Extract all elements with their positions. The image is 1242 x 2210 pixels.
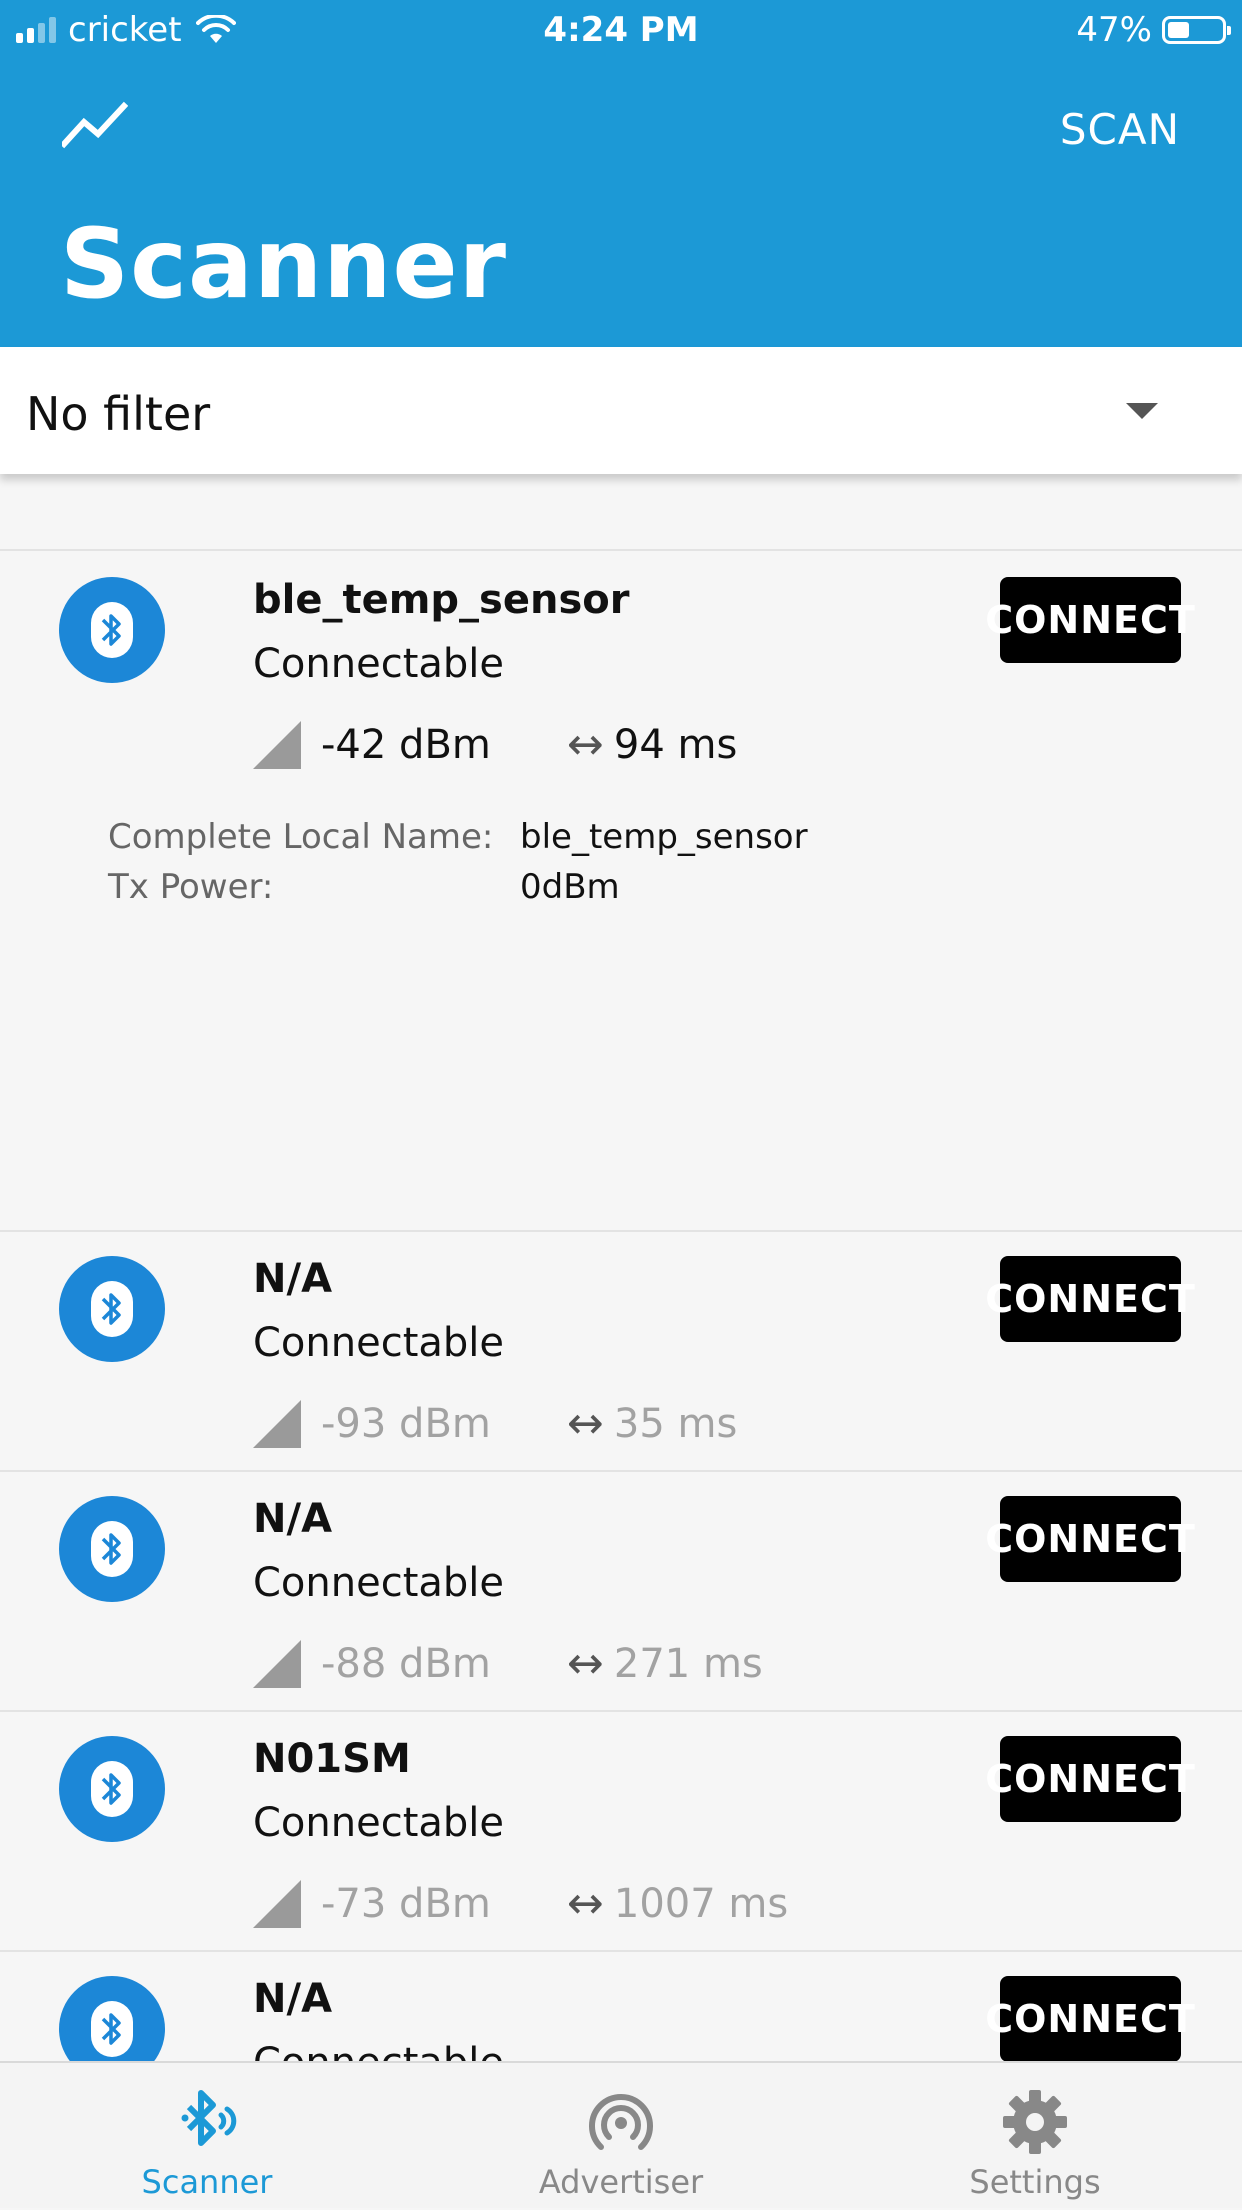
connect-button[interactable]: CONNECT [985,1736,1195,1822]
device-name: ble_temp_sensor [253,577,630,623]
device-row[interactable]: N/A Connectable -93 dBm ↔ 35 ms CONNECT [0,1230,1242,1470]
advertisement-data: Complete Local Name: ble_temp_sensor Tx … [108,812,808,912]
rssi-value: -88 dBm [321,1640,491,1687]
device-row[interactable]: N/A Connectable -88 dBm ↔ 271 ms CONNECT [0,1470,1242,1710]
adv-row: Complete Local Name: ble_temp_sensor [108,812,808,862]
adv-value: ble_temp_sensor [520,817,808,857]
interval-arrows-icon: ↔ [567,1398,604,1449]
bottom-tab-bar: Scanner Advertiser Settings [0,2061,1242,2208]
signal-strength-icon [253,720,301,769]
device-row[interactable]: ble_temp_sensor Connectable -42 dBm ↔ 94… [0,549,1242,1230]
bluetooth-icon [59,577,165,683]
gear-icon [1003,2090,1067,2154]
interval-arrows-icon: ↔ [567,719,604,770]
device-name: N/A [253,1256,333,1302]
interval-value: 1007 ms [613,1880,789,1927]
interval-value: 94 ms [613,721,738,768]
interval-value: 35 ms [613,1400,738,1447]
signal-strength-icon [253,1639,301,1688]
interval-value: 271 ms [613,1640,763,1687]
filter-dropdown[interactable]: No filter [0,347,1242,474]
tab-scanner-label: Scanner [141,2163,273,2201]
bluetooth-icon [59,1496,165,1602]
rssi-value: -42 dBm [321,721,491,768]
connect-button[interactable]: CONNECT [985,1256,1195,1342]
bluetooth-scan-icon [181,2090,237,2146]
device-status: Connectable [253,641,505,687]
broadcast-icon [589,2094,653,2150]
interval-arrows-icon: ↔ [567,1878,604,1929]
tab-advertiser[interactable]: Advertiser [414,2063,828,2210]
signal-strength-icon [253,1879,301,1928]
adv-row: Tx Power: 0dBm [108,862,808,912]
rssi-value: -93 dBm [321,1400,491,1447]
tab-advertiser-label: Advertiser [538,2163,704,2201]
filter-selected-value: No filter [26,387,211,441]
device-status: Connectable [253,1560,505,1606]
battery-percent: 47% [1076,10,1152,50]
tab-settings[interactable]: Settings [828,2063,1242,2210]
device-name: N01SM [253,1736,411,1782]
connect-button[interactable]: CONNECT [985,1496,1195,1582]
chevron-down-icon [1126,403,1158,419]
status-bar: cricket 4:24 PM 47% [0,0,1242,62]
status-time: 4:24 PM [543,10,699,50]
app-header: cricket 4:24 PM 47% SCAN Scanner [0,0,1242,347]
adv-value: 0dBm [520,867,620,907]
device-name: N/A [253,1496,333,1542]
connect-button[interactable]: CONNECT [985,577,1195,663]
signal-strength-icon [253,1399,301,1448]
adv-key: Tx Power: [108,867,274,907]
tab-settings-label: Settings [969,2163,1101,2201]
rssi-value: -73 dBm [321,1880,491,1927]
bluetooth-icon [59,1736,165,1842]
device-name: N/A [253,1976,333,2022]
battery-icon [1162,16,1231,44]
bluetooth-icon [59,1256,165,1362]
device-row[interactable]: N01SM Connectable -73 dBm ↔ 1007 ms CONN… [0,1710,1242,1950]
scan-button[interactable]: SCAN [1060,105,1180,154]
interval-arrows-icon: ↔ [567,1638,604,1689]
adv-key: Complete Local Name: [108,817,494,857]
page-title: Scanner [60,208,507,320]
connect-button[interactable]: CONNECT [985,1976,1195,2062]
tab-scanner[interactable]: Scanner [0,2063,414,2210]
device-status: Connectable [253,1800,505,1846]
trend-line-icon[interactable] [62,100,128,150]
device-status: Connectable [253,1320,505,1366]
